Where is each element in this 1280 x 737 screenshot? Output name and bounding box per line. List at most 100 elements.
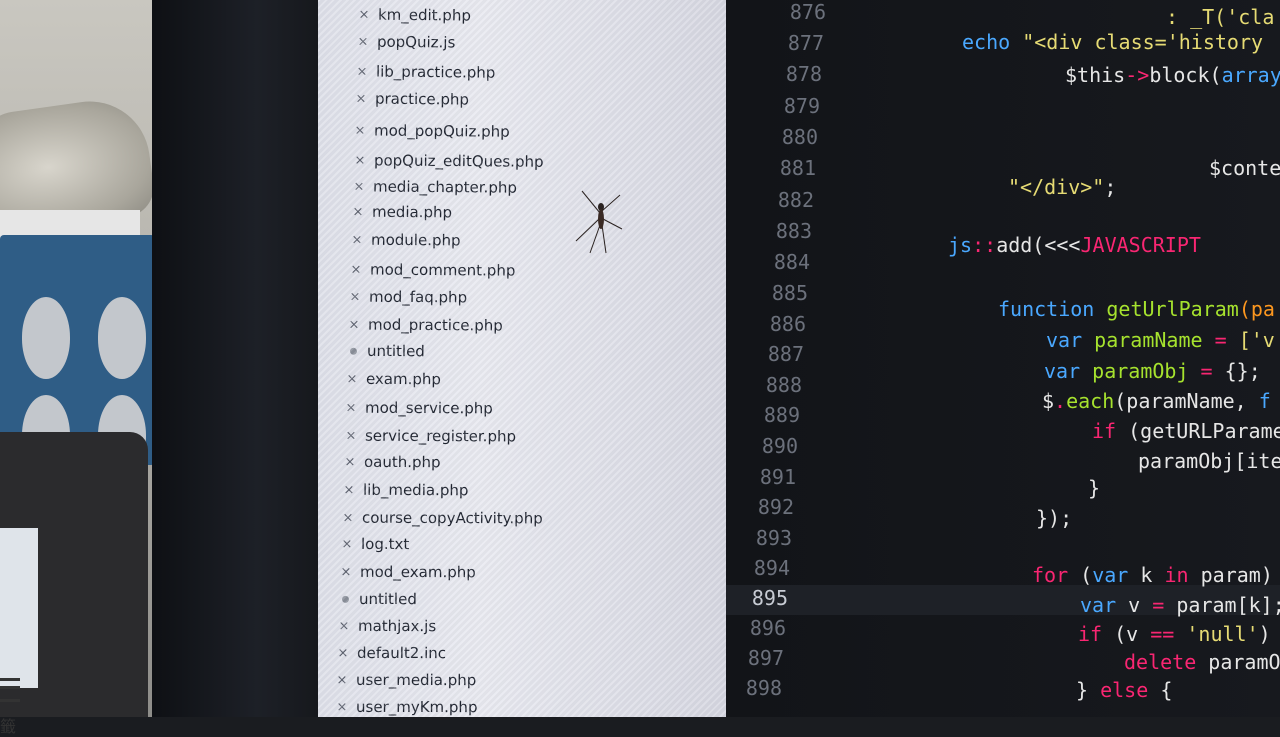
open-file-tab[interactable]: × popQuiz_editQues.php [351, 151, 543, 170]
close-icon[interactable]: × [348, 262, 364, 277]
close-icon[interactable]: × [344, 371, 360, 386]
open-file-tab[interactable]: × user_myKm.php [333, 698, 477, 716]
code-line[interactable]: var paramName = ['v [1046, 328, 1275, 352]
open-file-tab[interactable]: × user_media.php [334, 671, 477, 689]
close-icon[interactable]: × [343, 400, 359, 415]
open-file-tab[interactable]: × default2.inc [335, 643, 447, 663]
open-file-tab[interactable]: untitled [337, 590, 417, 608]
close-icon[interactable]: × [342, 454, 358, 469]
close-icon[interactable]: × [338, 564, 354, 579]
code-token: paramObj[ite [1138, 449, 1280, 473]
open-file-tab[interactable]: × popQuiz.js [355, 32, 456, 52]
code-token: ['v [1238, 328, 1275, 352]
open-file-tab[interactable]: × km_edit.php [356, 5, 471, 25]
close-icon[interactable]: × [349, 232, 365, 247]
open-file-tab[interactable]: × media.php [350, 203, 452, 222]
code-token: 'null' [1186, 622, 1259, 646]
close-icon[interactable]: × [350, 204, 366, 219]
open-file-tab[interactable]: × mod_comment.php [348, 260, 516, 280]
close-icon[interactable]: × [342, 428, 358, 443]
close-icon[interactable]: × [347, 289, 363, 304]
code-line[interactable]: delete paramO [1124, 650, 1280, 674]
code-token: array [1221, 63, 1280, 87]
open-file-tab[interactable]: × lib_media.php [341, 481, 468, 499]
code-line[interactable]: } else { [1076, 678, 1172, 702]
close-icon[interactable]: × [346, 317, 362, 332]
open-file-tab[interactable]: × media_chapter.php [351, 177, 516, 196]
file-name: default2.inc [357, 643, 447, 663]
line-number: 897 [747, 646, 784, 670]
code-line[interactable]: js::add(<<<JAVASCRIPT [948, 233, 1201, 257]
code-line[interactable]: function getUrlParam(pa [998, 297, 1275, 321]
open-file-tab[interactable]: × exam.php [344, 370, 442, 388]
code-line[interactable]: "</div>"; [1008, 175, 1116, 199]
close-icon[interactable]: × [352, 123, 368, 138]
open-file-tab[interactable]: untitled [345, 342, 425, 360]
line-number: 896 [749, 616, 786, 640]
close-icon[interactable]: × [334, 672, 350, 687]
open-file-tab[interactable]: × course_copyActivity.php [340, 509, 542, 528]
open-file-tab[interactable]: × lib_practice.php [354, 62, 496, 82]
close-icon[interactable]: × [356, 7, 372, 22]
code-line[interactable]: for (var k in param) [1032, 563, 1273, 587]
open-file-tab[interactable]: × mod_exam.php [338, 563, 476, 581]
open-file-tab[interactable]: × module.php [349, 230, 461, 250]
open-file-tab[interactable]: × log.txt [339, 535, 409, 553]
file-name: mod_exam.php [359, 562, 476, 582]
close-icon[interactable]: × [336, 618, 352, 633]
phone: 籤 [0, 432, 148, 736]
code-line[interactable]: $conte [1209, 156, 1280, 180]
file-name: mod_comment.php [369, 260, 516, 280]
code-line[interactable]: paramObj[ite [1138, 449, 1280, 473]
close-icon[interactable]: × [351, 153, 367, 168]
line-number: 876 [789, 0, 826, 24]
code-line[interactable]: : _T('cla [1166, 5, 1274, 29]
code-line[interactable]: } [1088, 476, 1100, 500]
close-icon[interactable]: × [351, 179, 367, 194]
close-icon[interactable]: × [340, 510, 356, 525]
code-line[interactable]: if (getURLParame [1092, 419, 1280, 443]
open-file-tab[interactable]: × mod_popQuiz.php [352, 121, 510, 140]
open-file-tab[interactable]: × mathjax.js [336, 617, 437, 635]
file-name: log.txt [360, 534, 410, 554]
code-token: delete [1124, 650, 1209, 674]
line-number: 889 [763, 403, 800, 427]
code-token: == [1150, 622, 1187, 646]
open-file-tab[interactable]: × mod_faq.php [347, 288, 467, 307]
close-icon[interactable]: × [354, 64, 370, 79]
code-token: ) [1258, 622, 1271, 646]
code-line[interactable]: $.each(paramName, f [1042, 389, 1271, 413]
unsaved-dot-icon[interactable] [345, 347, 361, 355]
close-icon[interactable]: × [353, 91, 369, 106]
line-number: 881 [779, 156, 816, 180]
code-line[interactable]: echo "<div class='history [962, 30, 1263, 54]
code-editor[interactable]: 876 877 878 879 880 881 882 883 884 885 886 887 888 8… [726, 0, 1280, 717]
open-file-tab[interactable]: × practice.php [353, 89, 470, 109]
code-token: $conte [1209, 156, 1280, 180]
code-line[interactable]: if (v == 'null') [1078, 622, 1271, 646]
code-line[interactable]: var paramObj = {}; [1044, 359, 1261, 383]
close-icon[interactable]: × [333, 699, 349, 714]
unsaved-dot-icon[interactable] [337, 595, 353, 603]
line-number: 887 [767, 342, 804, 366]
file-name: mod_popQuiz.php [374, 121, 511, 141]
open-file-tab[interactable]: × service_register.php [342, 427, 516, 446]
close-icon[interactable]: × [355, 34, 371, 49]
code-line[interactable]: }); [1036, 506, 1072, 530]
line-number: 898 [745, 676, 782, 700]
close-icon[interactable]: × [335, 645, 351, 660]
code-line[interactable]: var v = param[k]; [1080, 593, 1280, 617]
close-icon[interactable]: × [339, 536, 355, 551]
file-name: module.php [370, 230, 461, 250]
file-name: media.php [371, 202, 452, 222]
open-file-tab[interactable]: × mod_practice.php [346, 315, 503, 335]
code-token: param[k]; [1176, 593, 1280, 617]
crate-hole [22, 297, 70, 379]
close-icon[interactable]: × [341, 482, 357, 497]
crate-hole [98, 297, 146, 379]
code-line[interactable]: $this->block(array [1065, 63, 1280, 87]
open-file-tab[interactable]: × mod_service.php [343, 399, 493, 418]
open-file-tab[interactable]: × oauth.php [342, 453, 440, 471]
code-token: paramName [1094, 328, 1215, 352]
code-token: ( [1080, 563, 1093, 587]
